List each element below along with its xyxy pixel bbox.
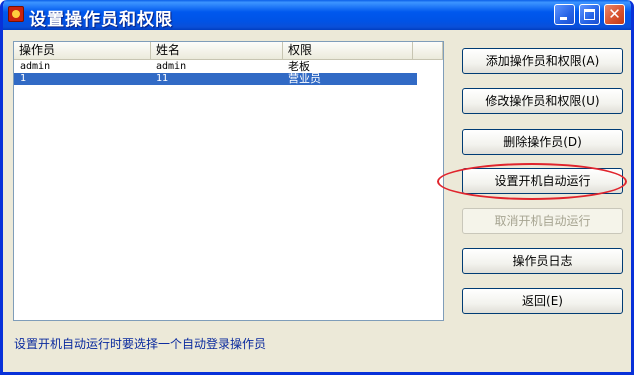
status-hint: 设置开机自动运行时要选择一个自动登录操作员: [14, 337, 267, 351]
close-button[interactable]: ✕: [604, 4, 625, 25]
delete-operator-button[interactable]: 删除操作员(D): [462, 129, 623, 155]
name-cell: admin: [156, 61, 187, 72]
column-header-filler: [413, 42, 443, 59]
title-bar[interactable]: 设置操作员和权限 ✕: [3, 0, 631, 30]
close-icon: ✕: [608, 5, 621, 23]
column-header-operator[interactable]: 操作员: [14, 42, 151, 59]
operator-log-button[interactable]: 操作员日志: [462, 248, 623, 274]
maximize-button[interactable]: [579, 4, 600, 25]
red-highlight-ring: [437, 163, 627, 200]
add-operator-button[interactable]: 添加操作员和权限(A): [462, 48, 623, 74]
list-header: 操作员 姓名 权限: [14, 42, 443, 60]
table-row-selected[interactable]: 1 11 营业员: [14, 73, 417, 85]
operator-cell: 1: [20, 73, 27, 84]
name-cell: 11: [156, 73, 169, 84]
minimize-button[interactable]: [554, 4, 575, 25]
permission-cell: 营业员: [288, 72, 321, 85]
table-row[interactable]: admin admin 老板: [14, 61, 417, 73]
modify-operator-button[interactable]: 修改操作员和权限(U): [462, 88, 623, 114]
operator-cell: admin: [20, 61, 51, 72]
operator-permission-window: 设置操作员和权限 ✕ 操作员 姓名 权限 admin admin 老板 1 11…: [0, 0, 634, 375]
column-header-name[interactable]: 姓名: [151, 42, 283, 59]
window-title: 设置操作员和权限: [29, 10, 173, 30]
back-button[interactable]: 返回(E): [462, 288, 623, 314]
cancel-autorun-button: 取消开机自动运行: [462, 208, 623, 234]
app-icon: [8, 6, 24, 22]
column-header-permission[interactable]: 权限: [283, 42, 413, 59]
operator-list[interactable]: 操作员 姓名 权限 admin admin 老板 1 11 营业员: [13, 41, 444, 321]
